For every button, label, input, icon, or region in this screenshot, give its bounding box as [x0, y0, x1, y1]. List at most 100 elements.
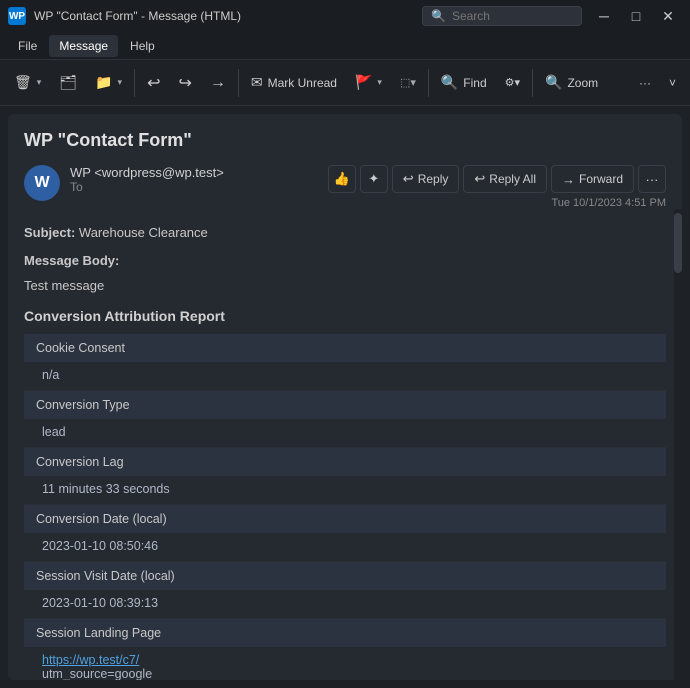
options-icon: ⚙▾	[505, 76, 520, 89]
delete-button[interactable]: 🗑 ▾	[6, 66, 49, 100]
table-row: n/a	[24, 362, 666, 391]
field-header: Conversion Date (local)	[24, 504, 666, 533]
move-icon: 📁	[95, 74, 112, 91]
sparkle-button[interactable]: ✦	[360, 165, 388, 193]
scrollbar-track[interactable]	[674, 209, 682, 680]
flag-button[interactable]: 🚩 ▾	[347, 66, 390, 100]
options-button[interactable]: ⚙▾	[497, 66, 528, 100]
subject-line: Subject: Warehouse Clearance	[24, 223, 666, 243]
field-header: Conversion Type	[24, 390, 666, 419]
field-value: n/a	[24, 362, 666, 391]
subject-value: Warehouse Clearance	[79, 225, 208, 240]
window-title: WP "Contact Form" - Message (HTML)	[34, 9, 414, 23]
maximize-button[interactable]: □	[622, 5, 650, 27]
sparkle-icon: ✦	[368, 171, 379, 187]
field-value: 11 minutes 33 seconds	[24, 476, 666, 505]
email-actions: 👍 ✦ ↩ Reply ↩ Reply All → F	[328, 165, 666, 193]
reply-all-label: Reply All	[489, 172, 536, 186]
landing-page-link[interactable]: https://wp.test/c7/	[42, 653, 139, 667]
delete-group: 🗑 ▾	[6, 66, 49, 100]
message-body-value: Test message	[24, 276, 666, 296]
menu-message[interactable]: Message	[49, 35, 118, 57]
table-row: Cookie Consent	[24, 334, 666, 362]
sender-name: WP <wordpress@wp.test>	[70, 165, 224, 180]
sender-to: To	[70, 180, 224, 194]
find-button[interactable]: 🔍 Find	[433, 66, 495, 100]
table-row: https://wp.test/c7/ utm_source=google ut…	[24, 647, 666, 681]
assign-button[interactable]: ⬚▾	[392, 66, 424, 100]
message-body-label: Message Body:	[24, 253, 119, 268]
field-header: Session Visit Date (local)	[24, 561, 666, 590]
report-title: Conversion Attribution Report	[24, 308, 666, 324]
menu-bar: File Message Help	[0, 32, 690, 60]
message-body-label-line: Message Body:	[24, 251, 666, 271]
mark-unread-label: Mark Unread	[268, 76, 337, 90]
table-row: lead	[24, 419, 666, 448]
toolbar: 🗑 ▾ 🗂 📁 ▾ ↩ ↪ → ✉ Mark Unread 🚩 ▾ ⬚▾ 🔍 F…	[0, 60, 690, 106]
menu-help[interactable]: Help	[120, 35, 165, 57]
mark-unread-icon: ✉	[251, 74, 263, 91]
field-value: 2023-01-10 08:39:13	[24, 590, 666, 619]
search-icon: 🔍	[431, 9, 446, 23]
minimize-button[interactable]: ─	[590, 5, 618, 27]
menu-file[interactable]: File	[8, 35, 47, 57]
field-header: Conversion Lag	[24, 447, 666, 476]
toolbar-separator-3	[428, 69, 429, 97]
toolbar-separator-2	[238, 69, 239, 97]
undo-button[interactable]: ↩	[139, 66, 168, 100]
mark-unread-button[interactable]: ✉ Mark Unread	[243, 66, 345, 100]
reply-label: Reply	[418, 172, 449, 186]
archive-icon: 🗂	[59, 74, 77, 91]
forward-label: Forward	[579, 172, 623, 186]
attribution-table: Cookie Consent n/a Conversion Type lead …	[24, 334, 666, 681]
move-button[interactable]: 📁 ▾	[87, 66, 130, 100]
table-row: Conversion Type	[24, 390, 666, 419]
email-sender-area: W WP <wordpress@wp.test> To	[24, 165, 224, 201]
scrollbar-thumb[interactable]	[674, 213, 682, 273]
toolbar-separator-4	[532, 69, 533, 97]
delete-dropdown-arrow: ▾	[37, 77, 42, 88]
flag-icon: 🚩	[355, 74, 372, 91]
redo-icon: ↪	[178, 73, 191, 93]
undo-icon: ↩	[147, 73, 160, 93]
zoom-button[interactable]: 🔍 Zoom	[537, 66, 606, 100]
field-header: Cookie Consent	[24, 334, 666, 362]
field-value: lead	[24, 419, 666, 448]
thumbsup-icon: 👍	[334, 171, 350, 187]
table-row: Conversion Date (local)	[24, 504, 666, 533]
find-icon: 🔍	[441, 74, 458, 91]
avatar: W	[24, 165, 60, 201]
reply-button[interactable]: ↩ Reply	[392, 165, 460, 193]
expand-toolbar-icon: ˅	[669, 76, 676, 90]
table-row: 11 minutes 33 seconds	[24, 476, 666, 505]
reply-all-button[interactable]: ↩ Reply All	[463, 165, 547, 193]
move-dropdown-arrow: ▾	[118, 77, 123, 88]
email-body[interactable]: Subject: Warehouse Clearance Message Bod…	[8, 209, 682, 680]
expand-toolbar-button[interactable]: ˅	[661, 66, 684, 100]
app-icon: WP	[8, 7, 26, 25]
email-actions-column: 👍 ✦ ↩ Reply ↩ Reply All → F	[328, 165, 666, 209]
utm-source: utm_source=google	[42, 667, 152, 681]
forward-nav-icon: →	[210, 74, 226, 92]
table-row: Conversion Lag	[24, 447, 666, 476]
forward-nav-button[interactable]: →	[202, 66, 234, 100]
sender-info: WP <wordpress@wp.test> To	[70, 165, 224, 194]
archive-button[interactable]: 🗂	[51, 66, 85, 100]
email-header: WP "Contact Form" W WP <wordpress@wp.tes…	[8, 114, 682, 209]
redo-button[interactable]: ↪	[170, 66, 199, 100]
more-actions-button[interactable]: ···	[631, 66, 659, 100]
find-label: Find	[463, 76, 486, 90]
more-email-actions-button[interactable]: ···	[638, 165, 666, 193]
zoom-icon: 🔍	[545, 74, 562, 91]
close-button[interactable]: ✕	[654, 5, 682, 27]
forward-button[interactable]: → Forward	[551, 165, 634, 193]
toolbar-separator-1	[134, 69, 135, 97]
title-search-box[interactable]: 🔍	[422, 6, 582, 26]
email-meta-row: W WP <wordpress@wp.test> To 👍 ✦ ↩	[24, 165, 666, 209]
delete-icon: 🗑	[14, 74, 32, 91]
reply-all-icon: ↩	[474, 171, 485, 187]
search-input[interactable]	[452, 9, 572, 23]
forward-icon: →	[562, 172, 575, 187]
window-controls: ─ □ ✕	[590, 5, 682, 27]
thumbsup-button[interactable]: 👍	[328, 165, 356, 193]
